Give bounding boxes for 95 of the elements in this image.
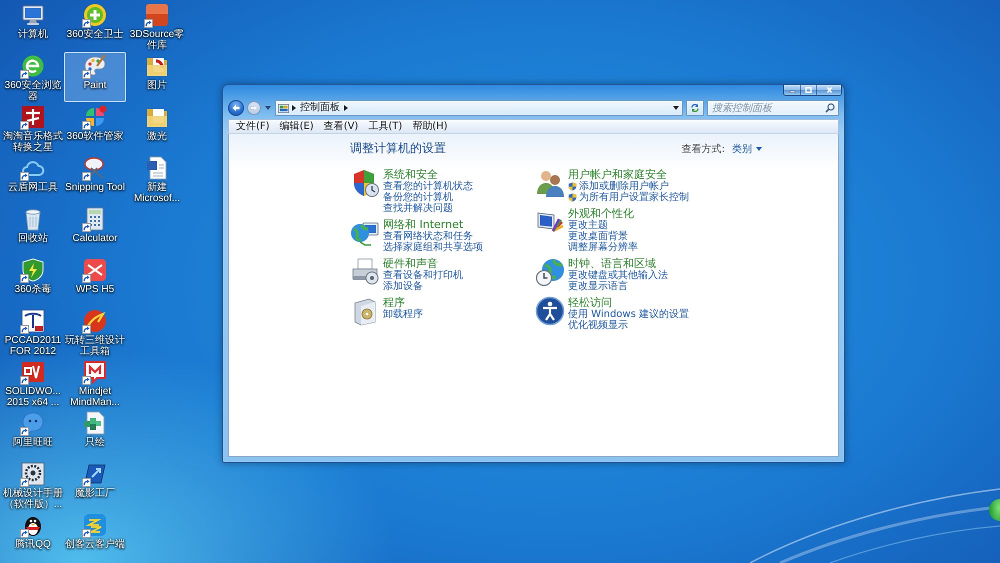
caret-down-icon (673, 106, 679, 110)
category-link[interactable]: 外观和个性化 (568, 207, 634, 220)
app-logo-icon (145, 3, 169, 27)
search-icon[interactable] (825, 103, 835, 113)
app-logo-icon (21, 309, 45, 333)
task-link[interactable]: 为所有用户设置家长控制 (568, 192, 689, 203)
chat-bubble-icon (21, 411, 45, 435)
desktop-shortcut[interactable]: Paint (64, 52, 126, 102)
maximize-icon (805, 87, 812, 93)
category-link[interactable]: 时钟、语言和区域 (568, 257, 656, 270)
document-icon (145, 156, 169, 180)
view-by-dropdown[interactable]: 类别 (732, 142, 762, 156)
desktop-shortcut[interactable]: SOLIDWO... 2015 x64 ... (2, 358, 64, 408)
task-link[interactable]: 更改键盘或其他输入法 (568, 270, 668, 281)
app-logo-icon (21, 360, 45, 384)
page-heading: 调整计算机的设置 (350, 141, 446, 156)
desktop-shortcut[interactable]: 回收站 (2, 205, 64, 255)
task-link[interactable]: 查看您的计算机状态 (383, 181, 473, 192)
desktop-shortcut[interactable]: Snipping Tool (64, 154, 126, 204)
menu-item[interactable]: 编辑(E) (274, 120, 319, 133)
task-link[interactable]: 卸载程序 (383, 309, 423, 320)
accessibility-icon (535, 296, 565, 326)
task-link[interactable]: 使用 Windows 建议的设置 (568, 309, 689, 320)
task-link[interactable]: 备份您的计算机 (383, 192, 453, 203)
close-icon (826, 87, 832, 93)
desktop-shortcut[interactable]: 3DSource零件库 (126, 1, 188, 51)
task-link[interactable]: 查看网络状态和任务 (383, 231, 473, 242)
desktop-shortcut[interactable]: 机械设计手册（软件版）... (2, 460, 64, 510)
desktop-shortcut[interactable]: 图片 (126, 52, 188, 102)
menu-item[interactable]: 帮助(H) (407, 120, 453, 133)
menu-item[interactable]: 文件(F) (231, 120, 275, 133)
desktop-shortcut[interactable]: WPS H5 (64, 256, 126, 306)
arrow-right-icon (250, 104, 258, 112)
task-link[interactable]: 优化视频显示 (568, 320, 628, 331)
app-logo-icon (83, 360, 107, 384)
chevron-right-icon (344, 105, 348, 111)
task-link[interactable]: 查看设备和打印机 (383, 270, 463, 281)
caret-down-icon (756, 146, 762, 150)
app-grid-icon (83, 105, 107, 129)
menu-item[interactable]: 工具(T) (363, 120, 408, 133)
desktop-shortcut[interactable]: 玩转三维设计工具箱 (64, 307, 126, 357)
desktop-shortcut[interactable]: 云盾网工具 (2, 154, 64, 204)
users-icon (535, 168, 565, 198)
close-button[interactable] (816, 85, 841, 95)
desktop-shortcut[interactable]: 计算机 (2, 1, 64, 51)
task-link[interactable]: 选择家庭组和共享选项 (383, 242, 483, 253)
category-link[interactable]: 网络和 Internet (383, 218, 464, 231)
desktop-shortcut[interactable]: 阿里旺旺 (2, 409, 64, 459)
task-link[interactable]: 更改主题 (568, 220, 608, 231)
search-field[interactable]: 搜索控制面板 (707, 100, 839, 116)
app-logo-icon (21, 105, 45, 129)
category-link[interactable]: 系统和安全 (383, 168, 438, 181)
address-bar[interactable]: 控制面板 (275, 100, 683, 116)
maximize-button[interactable] (800, 85, 816, 95)
chevron-right-icon (292, 105, 296, 111)
gear-icon (21, 462, 45, 486)
task-link[interactable]: 查找并解决问题 (383, 203, 453, 214)
monitor-icon (21, 3, 45, 27)
task-link[interactable]: 调整屏幕分辨率 (568, 242, 638, 253)
category-link[interactable]: 轻松访问 (568, 296, 612, 309)
desktop-shortcut[interactable]: 只绘 (64, 409, 126, 459)
refresh-button[interactable] (686, 100, 704, 116)
desktop-shortcut[interactable]: Calculator (64, 205, 126, 255)
task-link[interactable]: 更改显示语言 (568, 281, 628, 292)
app-logo-icon (83, 513, 107, 537)
task-link[interactable]: 添加或删除用户帐户 (568, 181, 669, 192)
control-panel-icon (278, 102, 289, 114)
desktop-shortcut[interactable]: 魔影工厂 (64, 460, 126, 510)
desktop-shortcut[interactable]: PCCAD2011 FOR 2012 (2, 307, 64, 357)
desktop-shortcut[interactable]: Mindjet MindMan... (64, 358, 126, 408)
desktop-shortcut[interactable]: 360软件管家 (64, 103, 126, 153)
arrow-left-icon (232, 104, 240, 112)
app-logo-icon (83, 258, 107, 282)
desktop-shortcut[interactable]: 360安全卫士 (64, 1, 126, 51)
desktop-shortcut[interactable]: 淘淘音乐格式转换之星 (2, 103, 64, 153)
globe-clock-icon (535, 257, 565, 287)
refresh-icon (690, 103, 700, 113)
caret-down-icon (265, 106, 271, 110)
breadcrumb-item[interactable]: 控制面板 (299, 102, 341, 114)
back-button[interactable] (228, 100, 244, 116)
printer-icon (350, 257, 380, 287)
desktop-shortcut[interactable]: 360安全浏览器 (2, 52, 64, 102)
document-icon (83, 411, 107, 435)
task-link[interactable]: 添加设备 (383, 281, 423, 292)
desktop-shortcut[interactable]: 360杀毒 (2, 256, 64, 306)
desktop-shortcut[interactable]: 激光 (126, 103, 188, 153)
app-logo-icon (21, 54, 45, 78)
category-link[interactable]: 用户帐户和家庭安全 (568, 168, 667, 181)
category-link[interactable]: 程序 (383, 296, 405, 309)
menu-item[interactable]: 查看(V) (318, 120, 364, 133)
minimize-button[interactable] (784, 85, 800, 95)
desktop-shortcut[interactable]: 新建 Microsof... (126, 154, 188, 204)
view-by-label: 查看方式: (682, 142, 725, 156)
task-link[interactable]: 更改桌面背景 (568, 231, 628, 242)
category-link[interactable]: 硬件和声音 (383, 257, 438, 270)
